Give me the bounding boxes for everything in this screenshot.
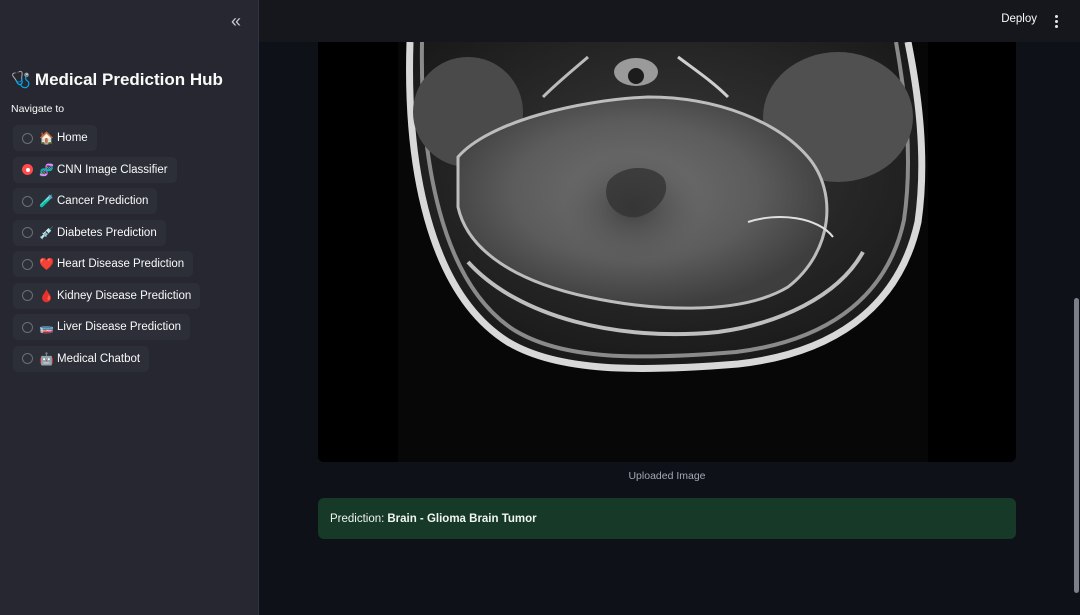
app-header: Deploy bbox=[259, 0, 1080, 42]
nav-item-liver-disease-prediction[interactable]: 🧫 Liver Disease Prediction bbox=[13, 314, 191, 340]
more-vertical-icon[interactable] bbox=[1051, 11, 1061, 31]
nav-item-cnn-image-classifier[interactable]: 🧬 CNN Image Classifier bbox=[13, 156, 177, 183]
prediction-value: Brain - Glioma Brain Tumor bbox=[387, 512, 537, 525]
nav-item-diabetes-prediction[interactable]: 💉 Diabetes Prediction bbox=[13, 219, 166, 246]
nav-item-label: Home bbox=[57, 132, 88, 144]
app-root: « 🩺 Medical Prediction Hub Navigate to 🏠… bbox=[0, 0, 1080, 615]
prediction-success-alert: Prediction: Brain - Glioma Brain Tumor bbox=[318, 498, 1016, 539]
home-icon: 🏠 bbox=[39, 131, 54, 145]
radio-icon[interactable] bbox=[22, 195, 33, 207]
nav-item-home[interactable]: 🏠 Home bbox=[13, 125, 97, 151]
nav-item-label: Heart Disease Prediction bbox=[57, 258, 185, 270]
main-content: Uploaded Image Prediction: Brain - Gliom… bbox=[259, 42, 1080, 615]
radio-icon[interactable] bbox=[22, 353, 33, 364]
nav-item-label: Cancer Prediction bbox=[57, 195, 149, 207]
nav-item-label: CNN Image Classifier bbox=[57, 163, 168, 176]
nav-item-heart-disease-prediction[interactable]: ❤️ Heart Disease Prediction bbox=[13, 251, 194, 277]
radio-icon[interactable] bbox=[22, 258, 33, 270]
nav-item-cancer-prediction[interactable]: 🧪 Cancer Prediction bbox=[13, 188, 158, 214]
nav-item-label: Medical Chatbot bbox=[57, 352, 141, 365]
radio-icon[interactable] bbox=[22, 227, 33, 238]
chevron-double-left-icon: « bbox=[230, 10, 241, 31]
syringe-icon: 💉 bbox=[39, 225, 54, 240]
radio-checked-icon[interactable] bbox=[22, 164, 33, 175]
petri-dish-icon: 🧫 bbox=[39, 320, 54, 334]
heart-icon: ❤️ bbox=[39, 257, 54, 271]
robot-icon: 🤖 bbox=[39, 351, 54, 366]
nav-item-medical-chatbot[interactable]: 🤖 Medical Chatbot bbox=[13, 345, 150, 372]
test-tube-icon: 🧪 bbox=[39, 194, 54, 208]
nav-label: Navigate to bbox=[11, 103, 65, 115]
sidebar-title: 🩺 Medical Prediction Hub bbox=[11, 68, 223, 92]
stethoscope-icon: 🩺 bbox=[11, 72, 31, 89]
nav-item-kidney-disease-prediction[interactable]: 🩸 Kidney Disease Prediction bbox=[13, 282, 201, 309]
dna-icon: 🧬 bbox=[39, 162, 54, 177]
radio-icon[interactable] bbox=[22, 132, 33, 144]
collapse-sidebar-button[interactable]: « bbox=[226, 11, 246, 31]
radio-icon[interactable] bbox=[22, 290, 33, 301]
deploy-button[interactable]: Deploy bbox=[1001, 13, 1037, 25]
mri-brain-scan-image bbox=[318, 42, 1016, 462]
sidebar-title-text: Medical Prediction Hub bbox=[34, 70, 223, 89]
sidebar: « 🩺 Medical Prediction Hub Navigate to 🏠… bbox=[0, 0, 259, 615]
nav-item-label: Liver Disease Prediction bbox=[57, 321, 182, 333]
prediction-prefix: Prediction: bbox=[330, 512, 385, 525]
image-caption: Uploaded Image bbox=[628, 470, 706, 482]
nav-item-label: Diabetes Prediction bbox=[57, 226, 157, 239]
main-scrollbar[interactable] bbox=[1074, 298, 1079, 593]
nav-item-label: Kidney Disease Prediction bbox=[57, 289, 192, 302]
blood-drop-icon: 🩸 bbox=[39, 288, 54, 303]
uploaded-mri-image bbox=[318, 42, 1016, 462]
nav-radio-group: 🏠 Home 🧬 CNN Image Classifier 🧪 Cancer P… bbox=[13, 125, 201, 377]
radio-icon[interactable] bbox=[22, 321, 33, 333]
